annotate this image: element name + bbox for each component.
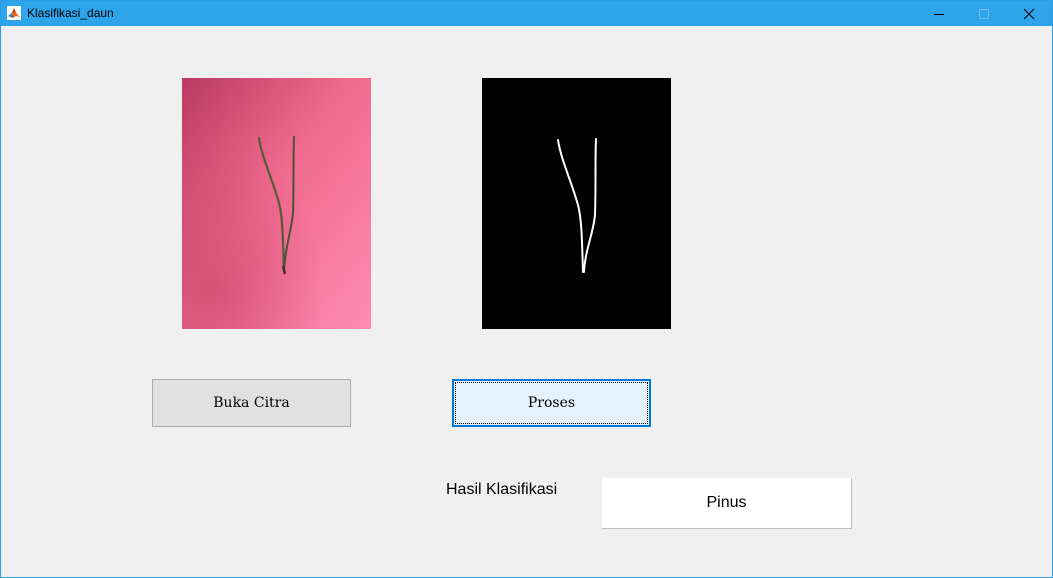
hasil-klasifikasi-field: Pinus xyxy=(602,478,852,529)
buka-citra-label: Buka Citra xyxy=(213,395,290,411)
close-icon xyxy=(1023,8,1035,19)
window-title: Klasifikasi_daun xyxy=(27,6,114,20)
matlab-icon xyxy=(7,6,21,20)
app-window: Klasifikasi_daun Buka Citra Proses Hasil… xyxy=(0,0,1053,578)
maximize-button[interactable] xyxy=(961,1,1007,26)
hasil-klasifikasi-value: Pinus xyxy=(706,494,747,511)
leaf-photo xyxy=(182,78,371,329)
buka-citra-button[interactable]: Buka Citra xyxy=(152,379,351,427)
binary-image-axes xyxy=(482,78,671,329)
original-image-axes xyxy=(182,78,371,329)
proses-button[interactable]: Proses xyxy=(452,379,651,427)
leaf-binary-mask xyxy=(482,78,671,329)
minimize-button[interactable] xyxy=(916,1,962,26)
proses-label: Proses xyxy=(527,395,576,411)
close-button[interactable] xyxy=(1006,1,1052,26)
maximize-icon xyxy=(979,8,989,19)
minimize-icon xyxy=(934,13,944,15)
title-bar[interactable]: Klasifikasi_daun xyxy=(1,1,1052,26)
hasil-klasifikasi-label: Hasil Klasifikasi xyxy=(446,481,558,498)
